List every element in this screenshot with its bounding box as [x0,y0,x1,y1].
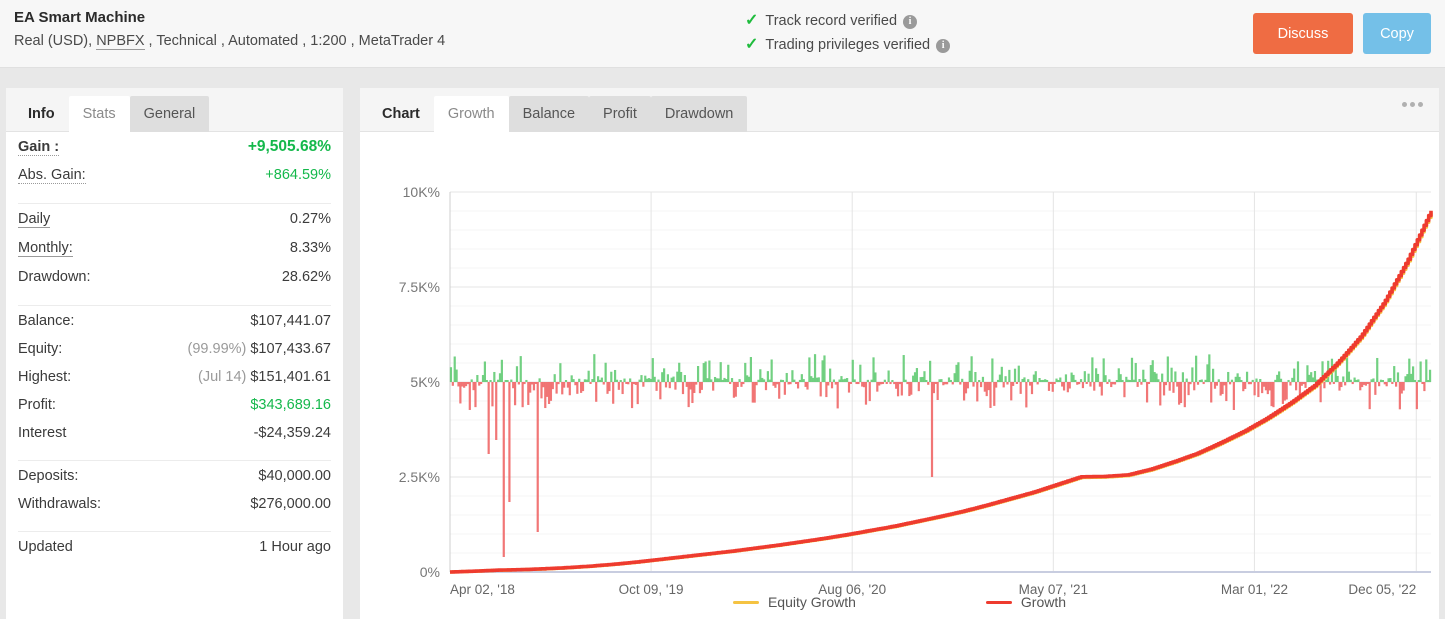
legend-swatch [732,600,759,604]
svg-text:0%: 0% [420,564,440,580]
stats-tabs: Info Stats General [6,88,343,132]
check-icon: ✓ [745,12,759,29]
stat-row-daily: Daily 0.27% [18,211,331,240]
tab-growth[interactable]: Growth [433,96,509,132]
legend-label: Growth [1020,594,1067,610]
page-header: EA Smart Machine Real (USD), NPBFX , Tec… [0,0,1445,68]
stat-value: $107,433.67 [250,341,331,357]
stat-value-group: (99.99%) $107,433.67 [188,341,331,357]
stat-row-highest: Highest: (Jul 14) $151,401.61 [18,369,331,397]
tab-drawdown[interactable]: Drawdown [650,96,748,132]
stat-label[interactable]: Monthly: [18,240,73,257]
stat-label: Withdrawals: [18,496,101,512]
stat-label: Updated [18,539,73,555]
stat-row-deposits: Deposits: $40,000.00 [18,468,331,496]
growth-chart-svg: 0%2.5K%5K%7.5K%10K%Apr 02, '18 Oct 09, '1… [399,184,1433,597]
legend-item-equity-growth[interactable]: Equity Growth [732,594,856,610]
stat-row-drawdown: Drawdown: 28.62% [18,269,331,298]
stat-value: +9,505.68% [247,138,331,155]
stat-row-monthly: Monthly: 8.33% [18,240,331,269]
tab-stats[interactable]: Stats [68,96,130,132]
stat-value: $107,441.07 [250,313,331,329]
tab-profit[interactable]: Profit [589,96,651,132]
svg-text:2.5K%: 2.5K% [399,469,440,485]
svg-text:10K%: 10K% [403,184,440,200]
stat-label[interactable]: Daily [18,211,51,228]
chart-card: Chart Growth Balance Profit Drawdown 0% 2… [360,88,1439,619]
verification-label: Track record verified [765,13,898,29]
stat-label: Deposits: [18,468,79,484]
copy-button[interactable]: Copy [1363,13,1431,54]
stat-label: Balance: [18,313,75,329]
verification-list: ✓ Track record verified i ✓ Trading priv… [745,9,951,57]
tab-balance[interactable]: Balance [508,96,590,132]
stat-value: $40,000.00 [258,468,331,484]
more-options-icon[interactable] [1402,102,1423,107]
verification-trading-privileges: ✓ Trading privileges verified i [745,33,951,57]
chart-legend: Equity Growth Growth [360,594,1439,610]
stat-value: $343,689.16 [250,397,331,413]
account-summary-pre: Real (USD), [14,33,97,49]
account-summary: Real (USD), NPBFX , Technical , Automate… [14,30,445,52]
stat-row-profit: Profit: $343,689.16 [18,397,331,425]
stats-card: Info Stats General Gain : +9,505.68% Abs… [6,88,343,619]
stat-label: Highest: [18,369,72,385]
check-icon: ✓ [745,36,759,53]
chart-tabbar: Chart Growth Balance Profit Drawdown [360,88,1439,132]
verification-label: Trading privileges verified [765,37,931,53]
tab-general[interactable]: General [129,96,210,132]
stat-row-equity: Equity: (99.99%) $107,433.67 [18,341,331,369]
stat-row-interest: Interest -$24,359.24 [18,425,331,453]
info-icon[interactable]: i [936,39,951,53]
stat-row-updated: Updated 1 Hour ago [18,539,331,567]
growth-chart: 0% 2.5K% 5K% 7.5K% 10K% Apr 02, '18 Oct 09, '1… [360,132,1439,618]
stat-value: $151,401.61 [250,369,331,385]
stat-label: Interest [18,425,67,441]
stat-value: 8.33% [289,240,331,256]
divider [18,203,331,204]
account-summary-post: , Technical , Automated , 1:200 , MetaTr… [144,33,446,49]
divider [18,531,331,532]
discuss-button[interactable]: Discuss [1253,13,1353,54]
stat-label: Drawdown: [18,269,91,285]
stat-row-withdrawals: Withdrawals: $276,000.00 [18,496,331,524]
broker-link[interactable]: NPBFX [96,33,145,50]
stat-value: 28.62% [281,269,331,285]
legend-item-growth[interactable]: Growth [985,594,1067,610]
stat-value: -$24,359.24 [253,425,331,441]
stat-value-prefix: (Jul 14) [198,369,247,385]
stat-label: Profit: [18,397,56,413]
stat-row-abs-gain: Abs. Gain: +864.59% [18,167,331,196]
stat-row-gain: Gain : +9,505.68% [18,138,331,167]
chart-tabs: Chart Growth Balance Profit Drawdown [360,88,1439,132]
stats-list: Gain : +9,505.68% Abs. Gain: +864.59% Da… [6,132,343,567]
profile-page: EA Smart Machine Real (USD), NPBFX , Tec… [0,0,1445,619]
stat-label[interactable]: Gain : [18,139,60,156]
stats-tabbar: Info Stats General [6,88,343,132]
divider [18,305,331,306]
stat-value-group: (Jul 14) $151,401.61 [198,369,331,385]
header-titles: EA Smart Machine Real (USD), NPBFX , Tec… [14,8,445,52]
stats-section-label: Info [28,106,55,122]
svg-text:5K%: 5K% [410,374,440,390]
stat-label[interactable]: Abs. Gain: [18,167,86,184]
divider [18,460,331,461]
stat-value: 0.27% [289,211,331,227]
chart-section-label: Chart [382,106,420,122]
legend-swatch [985,600,1012,604]
header-actions: Discuss Copy [1253,13,1431,54]
stat-value: 1 Hour ago [259,539,331,555]
verification-track-record: ✓ Track record verified i [745,9,950,33]
svg-text:7.5K%: 7.5K% [399,279,440,295]
stat-value: $276,000.00 [250,496,331,512]
stat-row-balance: Balance: $107,441.07 [18,313,331,341]
stat-label: Equity: [18,341,63,357]
stat-value: +864.59% [265,167,331,183]
info-icon[interactable]: i [903,15,918,29]
page-title: EA Smart Machine [14,9,146,26]
stat-value-prefix: (99.99%) [187,341,247,357]
legend-label: Equity Growth [767,594,856,610]
